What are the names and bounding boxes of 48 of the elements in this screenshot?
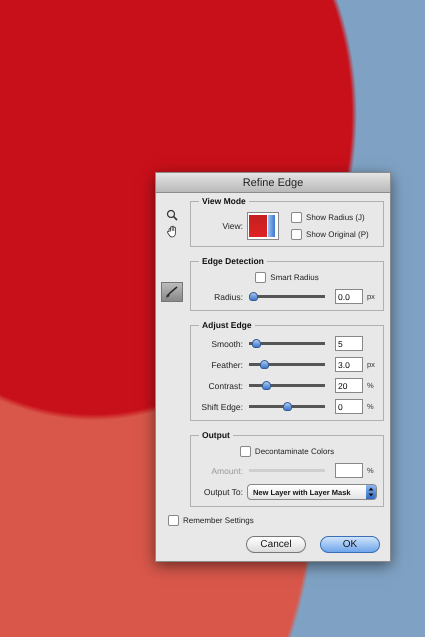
panel-title: View Mode	[199, 196, 249, 206]
checkbox-box[interactable]	[291, 229, 302, 240]
slider-label: Amount:	[210, 466, 243, 476]
value-field[interactable]: 20	[335, 378, 363, 393]
window-title: Refine Edge	[242, 176, 304, 188]
updown-icon	[366, 485, 376, 499]
hand-icon[interactable]	[166, 225, 178, 238]
checkbox[interactable]: Show Radius (J)	[291, 212, 369, 223]
checkbox-label: Decontaminate Colors	[254, 447, 334, 456]
checkbox-label: Show Radius (J)	[306, 213, 365, 222]
checkbox-box[interactable]	[255, 272, 266, 283]
output-to-label: Output To:	[202, 487, 243, 497]
checkbox-box[interactable]	[168, 515, 179, 526]
view-thumbnail[interactable]	[247, 212, 279, 240]
checkbox-label: Show Original (P)	[306, 230, 369, 239]
value-field[interactable]: 0	[335, 399, 363, 414]
value-field[interactable]: 0.0	[335, 289, 363, 304]
checkbox[interactable]: Remember Settings	[168, 515, 382, 526]
slider-thumb[interactable]	[260, 360, 270, 369]
checkbox[interactable]: Decontaminate Colors	[240, 446, 334, 457]
slider-label: Radius:	[213, 292, 243, 302]
panel-title: Edge Detection	[199, 256, 267, 266]
slider-thumb[interactable]	[252, 339, 262, 348]
cancel-button[interactable]: Cancel	[246, 536, 306, 553]
slider-thumb[interactable]	[282, 402, 292, 411]
ok-button[interactable]: OK	[320, 536, 380, 553]
slider-thumb[interactable]	[262, 381, 272, 390]
checkbox[interactable]: Show Original (P)	[291, 229, 369, 240]
panel-title: Adjust Edge	[199, 320, 255, 330]
brush-icon	[165, 286, 179, 298]
value-field[interactable]: 5	[335, 336, 363, 351]
slider-label: Shift Edge:	[200, 402, 243, 412]
slider-track[interactable]	[249, 292, 325, 301]
view-label: View:	[221, 221, 243, 231]
zoom-icon[interactable]	[166, 209, 178, 221]
slider-label: Feather:	[210, 360, 243, 370]
slider-label: Contrast:	[208, 380, 243, 390]
slider-thumb[interactable]	[249, 292, 258, 301]
value-field[interactable]: 3.0	[335, 357, 363, 372]
checkbox[interactable]: Smart Radius	[255, 272, 319, 283]
checkbox-label: Remember Settings	[183, 516, 254, 525]
checkbox-box[interactable]	[291, 212, 302, 223]
panel-title: Output	[199, 430, 233, 440]
slider-label: Smooth:	[210, 338, 243, 348]
brush-tool-button[interactable]	[161, 282, 183, 302]
checkbox-label: Smart Radius	[270, 273, 319, 282]
checkbox-box[interactable]	[240, 446, 251, 457]
slider-track[interactable]	[249, 339, 325, 348]
